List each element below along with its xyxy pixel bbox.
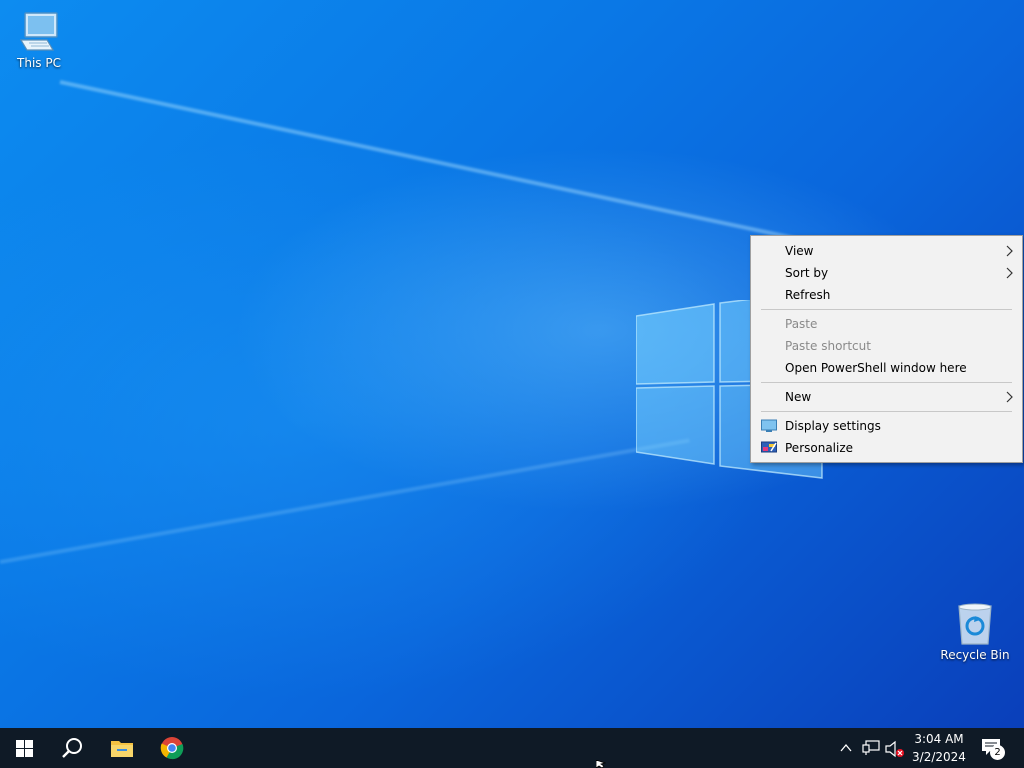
desktop-icon-this-pc[interactable]: This PC	[1, 10, 77, 70]
chevron-up-icon[interactable]	[840, 743, 852, 753]
personalize-icon	[761, 441, 777, 453]
desktop-icon-recycle-bin[interactable]: Recycle Bin	[937, 602, 1013, 662]
menu-separator	[761, 382, 1012, 383]
start-icon	[15, 739, 33, 757]
file-explorer-icon	[111, 741, 133, 757]
menu-item-paste: Paste	[751, 313, 1022, 335]
volume-muted-icon[interactable]	[885, 740, 905, 758]
menu-item-label: Display settings	[785, 419, 881, 433]
menu-item-open-powershell[interactable]: Open PowerShell window here	[751, 357, 1022, 379]
chrome-icon	[160, 737, 184, 760]
action-center-button[interactable]: 2	[978, 734, 1008, 762]
display-settings-icon	[761, 419, 777, 432]
menu-item-label: Open PowerShell window here	[785, 361, 967, 375]
chevron-right-icon	[1006, 245, 1013, 257]
taskbar-clock[interactable]: 3:04 AM 3/2/2024	[908, 730, 970, 766]
desktop-icon-label: Recycle Bin	[940, 648, 1010, 662]
mouse-cursor	[596, 760, 606, 768]
menu-item-label: New	[785, 390, 812, 404]
menu-separator	[761, 309, 1012, 310]
chevron-right-icon	[1006, 391, 1013, 403]
menu-item-view[interactable]: View	[751, 240, 1022, 262]
file-explorer-button[interactable]	[98, 728, 146, 768]
start-button[interactable]	[0, 728, 48, 768]
search-button[interactable]	[48, 728, 96, 768]
menu-item-label: Refresh	[785, 288, 831, 302]
menu-item-display-settings[interactable]: Display settings	[751, 415, 1022, 437]
recycle-bin-icon	[958, 603, 992, 645]
menu-item-label: View	[785, 244, 814, 258]
desktop[interactable]: This PC Recycle Bin View Sort by Refresh…	[0, 0, 1024, 728]
clock-time: 3:04 AM	[914, 732, 964, 746]
menu-item-paste-shortcut: Paste shortcut	[751, 335, 1022, 357]
desktop-context-menu: View Sort by Refresh Paste Paste shortcu…	[750, 235, 1023, 463]
menu-item-personalize[interactable]: Personalize	[751, 437, 1022, 459]
search-icon	[62, 738, 82, 758]
menu-separator	[761, 411, 1012, 412]
chevron-right-icon	[1006, 267, 1013, 279]
menu-item-sort-by[interactable]: Sort by	[751, 262, 1022, 284]
menu-item-new[interactable]: New	[751, 386, 1022, 408]
this-pc-icon	[19, 12, 58, 51]
menu-item-refresh[interactable]: Refresh	[751, 284, 1022, 306]
menu-item-label: Paste shortcut	[785, 339, 871, 353]
notification-count-badge: 2	[990, 745, 1005, 760]
network-icon[interactable]	[862, 740, 880, 756]
menu-item-label: Sort by	[785, 266, 829, 280]
menu-item-label: Personalize	[785, 441, 854, 455]
taskbar: 3:04 AM 3/2/2024 2	[0, 728, 1024, 768]
chrome-button[interactable]	[148, 728, 196, 768]
desktop-icon-label: This PC	[17, 56, 61, 70]
clock-date: 3/2/2024	[912, 750, 966, 764]
menu-item-label: Paste	[785, 317, 818, 331]
